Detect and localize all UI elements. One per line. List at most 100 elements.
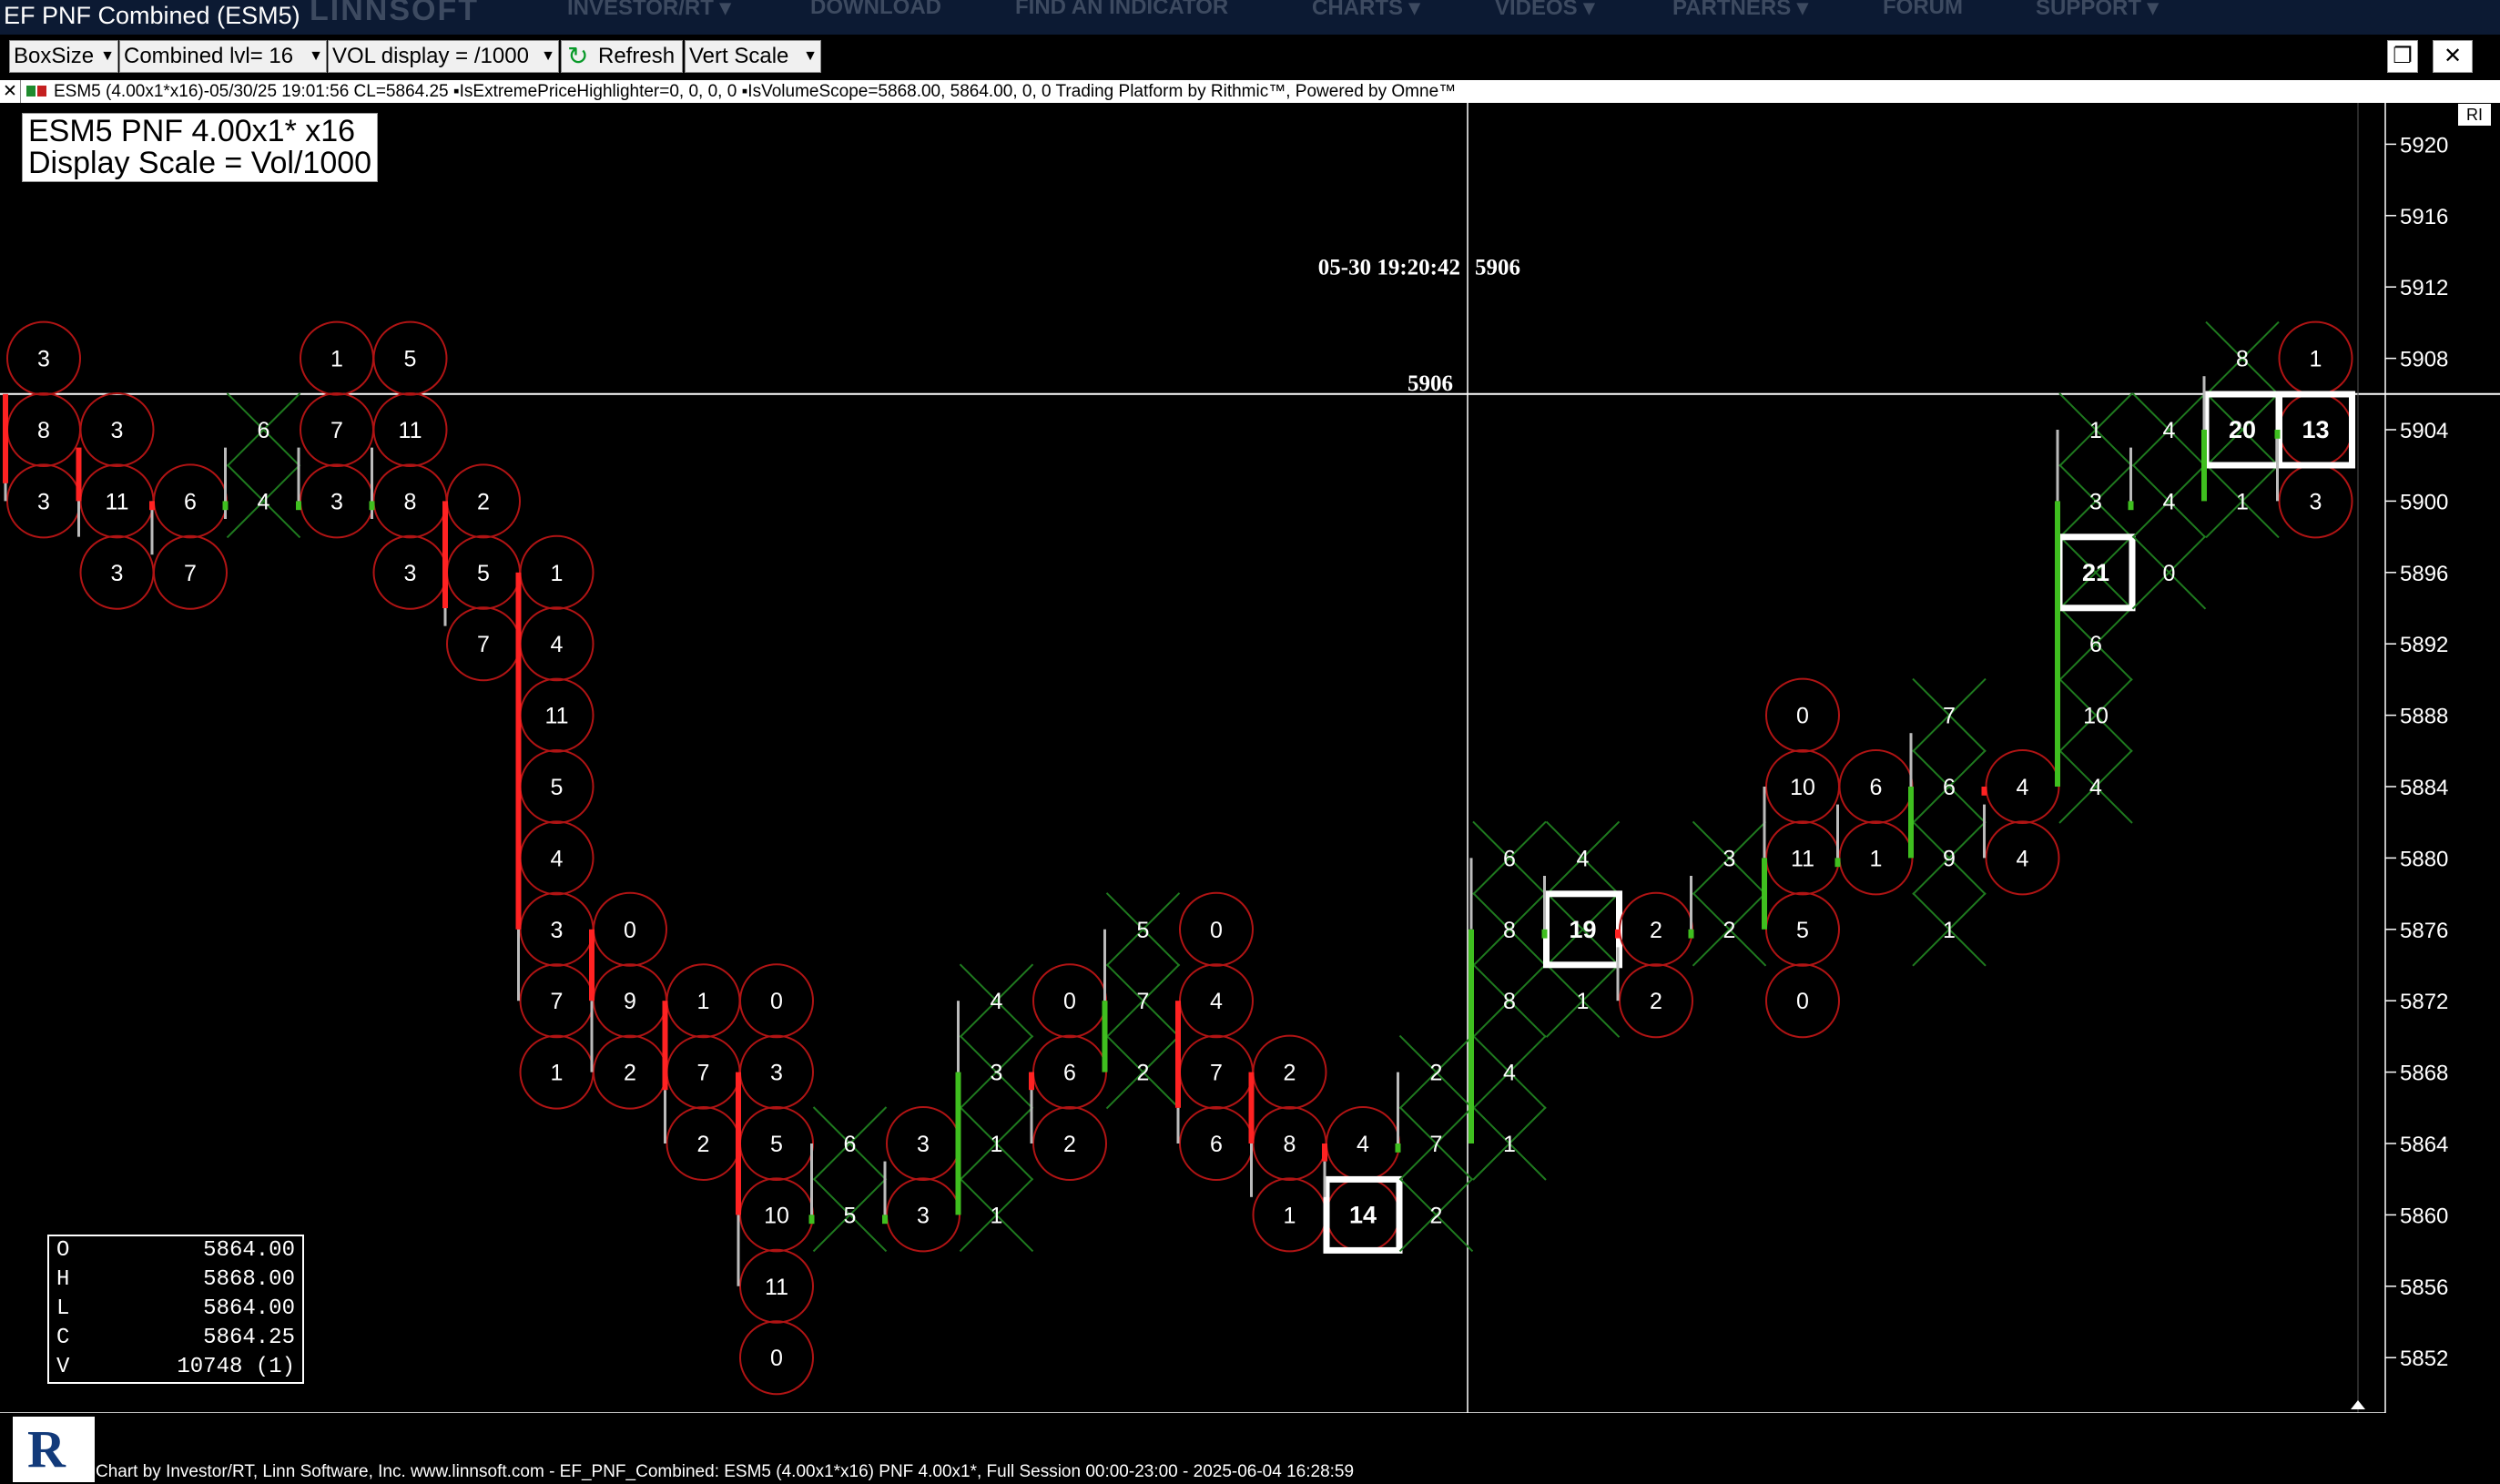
vert-scale-dropdown[interactable]: Vert Scale ▼ bbox=[685, 40, 821, 73]
price-tick-label: 5916 bbox=[2400, 205, 2448, 229]
chevron-down-icon: ▼ bbox=[541, 48, 555, 64]
volume-label: 2 bbox=[697, 1132, 710, 1157]
volume-label: 8 bbox=[1503, 918, 1516, 943]
ri-button[interactable]: RI bbox=[2458, 104, 2491, 126]
price-bar bbox=[3, 393, 8, 483]
boxsize-dropdown[interactable]: BoxSize ▼ bbox=[9, 40, 118, 73]
ohlc-key: H bbox=[56, 1267, 70, 1292]
volume-label: 2 bbox=[1723, 918, 1736, 943]
volume-label: 2 bbox=[1284, 1061, 1296, 1086]
close-icon[interactable]: ✕ bbox=[2433, 40, 2473, 73]
price-bar bbox=[2055, 501, 2060, 787]
volume-label: 3 bbox=[2089, 489, 2102, 514]
nav-investor-rt[interactable]: INVESTOR/RT ▾ bbox=[567, 0, 731, 21]
volume-label: 1 bbox=[2089, 418, 2102, 443]
combined-level-label: Combined lvl= 16 bbox=[124, 44, 294, 68]
price-bar bbox=[589, 929, 595, 1001]
linnsoft-logo: LINNSOFT bbox=[310, 0, 479, 27]
nav-forum[interactable]: FORUM bbox=[1883, 0, 1963, 20]
price-tick-label: 5884 bbox=[2400, 776, 2448, 800]
price-bar bbox=[2274, 430, 2281, 439]
volume-label: 14 bbox=[1349, 1201, 1377, 1228]
combined-level-dropdown[interactable]: Combined lvl= 16 ▼ bbox=[119, 40, 327, 73]
volume-label: 2 bbox=[1650, 918, 1662, 943]
volume-label: 13 bbox=[2302, 416, 2329, 443]
volume-label: 4 bbox=[551, 846, 564, 871]
nav-partners[interactable]: PARTNERS ▾ bbox=[1672, 0, 1808, 21]
volume-label: 1 bbox=[1870, 846, 1883, 871]
volume-label: 1 bbox=[551, 561, 564, 586]
boxsize-label: BoxSize bbox=[14, 44, 95, 68]
volume-label: 11 bbox=[1791, 846, 1814, 871]
price-tick-label: 5872 bbox=[2400, 990, 2448, 1014]
volume-label: 11 bbox=[399, 418, 422, 443]
vert-scale-label: Vert Scale bbox=[689, 44, 789, 68]
price-bar bbox=[1175, 1001, 1181, 1108]
price-bar bbox=[222, 501, 229, 511]
pnf-chart-area[interactable]: 3 8 3 3 11 3 6 7 6 4 1 7 3 5 11 8 3 2 5 7 1 4 11 5 4 3 7 1 0 9 2 1 7 2 0 3 5… bbox=[0, 103, 2500, 1413]
investor-rt-logo: R bbox=[13, 1417, 95, 1482]
restore-icon[interactable]: ❐ bbox=[2387, 40, 2418, 73]
volume-label: 3 bbox=[404, 561, 417, 586]
price-bar bbox=[76, 447, 82, 502]
price-tick-label: 5896 bbox=[2400, 562, 2448, 586]
volume-label: 1 bbox=[1943, 918, 1956, 943]
price-bar bbox=[1908, 787, 1914, 859]
vol-display-dropdown[interactable]: VOL display = /1000 ▼ bbox=[328, 40, 559, 73]
ohlc-key: C bbox=[56, 1326, 70, 1350]
legend-line-1: ESM5 PNF 4.00x1* x16 bbox=[28, 114, 356, 148]
nav-videos[interactable]: VIDEOS ▾ bbox=[1495, 0, 1594, 21]
volume-label: 2 bbox=[477, 489, 490, 514]
price-tick-label: 5912 bbox=[2400, 276, 2448, 300]
volume-label: 3 bbox=[917, 1132, 930, 1157]
nav-download[interactable]: DOWNLOAD bbox=[810, 0, 941, 20]
nav-charts[interactable]: CHARTS ▾ bbox=[1312, 0, 1420, 21]
reference-price-tag: 5906 bbox=[1408, 371, 1453, 396]
price-bar bbox=[1615, 929, 1621, 939]
price-bar bbox=[736, 1072, 741, 1215]
pnf-chart-svg: 3833113676417351183257141154371092172035… bbox=[0, 103, 2500, 1413]
volume-label: 3 bbox=[991, 1061, 1003, 1086]
price-bar bbox=[1762, 858, 1767, 930]
volume-label: 11 bbox=[545, 704, 569, 729]
volume-label: 6 bbox=[2089, 632, 2102, 657]
price-bar bbox=[882, 1215, 888, 1225]
price-tick-label: 5880 bbox=[2400, 847, 2448, 871]
volume-label: 10 bbox=[764, 1203, 789, 1228]
volume-label: 4 bbox=[2163, 489, 2176, 514]
volume-label: 3 bbox=[551, 918, 564, 943]
volume-label: 11 bbox=[765, 1275, 788, 1300]
volume-label: 9 bbox=[624, 989, 636, 1014]
volume-label: 8 bbox=[1503, 989, 1516, 1014]
volume-label: 4 bbox=[1503, 1061, 1516, 1086]
volume-label: 1 bbox=[1577, 989, 1590, 1014]
nav-find-indicator[interactable]: FIND AN INDICATOR bbox=[1015, 0, 1228, 20]
volume-label: 8 bbox=[404, 489, 417, 514]
nav-support[interactable]: SUPPORT ▾ bbox=[2036, 0, 2159, 21]
volume-label: 7 bbox=[184, 561, 197, 586]
vol-display-label: VOL display = /1000 bbox=[332, 44, 529, 68]
price-tick-label: 5860 bbox=[2400, 1204, 2448, 1228]
ohlc-row-low: L 5864.00 bbox=[49, 1295, 302, 1324]
volume-label: 7 bbox=[697, 1061, 710, 1086]
refresh-button[interactable]: ↻ Refresh bbox=[561, 40, 683, 73]
ohlc-key: V bbox=[56, 1355, 70, 1379]
footer-credit: Chart by Investor/RT, Linn Software, Inc… bbox=[96, 1462, 1355, 1481]
volume-label: 1 bbox=[2236, 489, 2249, 514]
price-tick-label: 5908 bbox=[2400, 348, 2448, 372]
ohlc-value: 5864.00 bbox=[203, 1238, 295, 1263]
volume-label: 6 bbox=[258, 418, 270, 443]
scroll-up-icon bbox=[2351, 1400, 2365, 1409]
chevron-down-icon: ▼ bbox=[100, 48, 115, 64]
volume-label: 19 bbox=[1569, 916, 1596, 943]
volume-label: 6 bbox=[1870, 775, 1883, 800]
volume-label: 8 bbox=[37, 418, 50, 443]
ohlc-value: 5868.00 bbox=[203, 1267, 295, 1292]
volume-label: 1 bbox=[551, 1061, 564, 1086]
price-tick-label: 5856 bbox=[2400, 1276, 2448, 1300]
volume-label: 0 bbox=[770, 989, 783, 1014]
volume-label: 6 bbox=[1210, 1132, 1223, 1157]
info-close-icon[interactable]: ✕ bbox=[0, 80, 21, 103]
price-tick-label: 5900 bbox=[2400, 490, 2448, 514]
volume-label: 5 bbox=[551, 775, 564, 800]
